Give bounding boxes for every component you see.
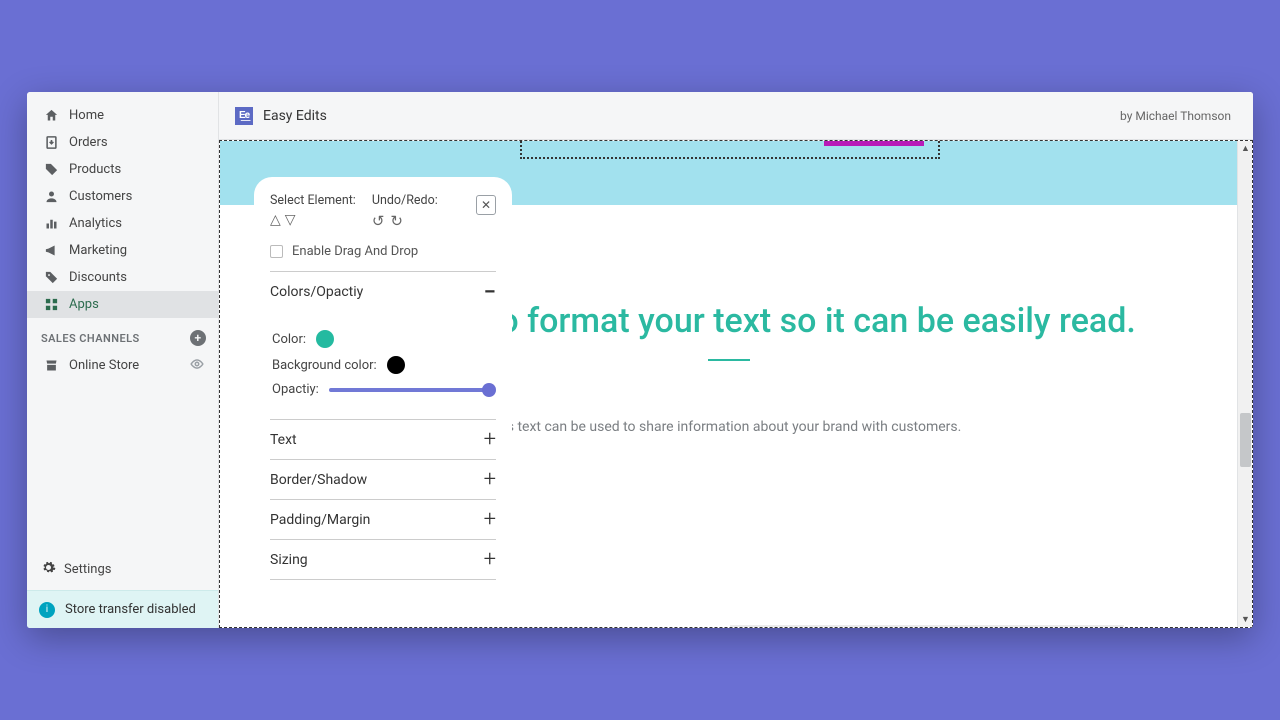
sidebar-item-label: Discounts bbox=[69, 270, 127, 285]
scroll-up-icon[interactable]: ▲ bbox=[1238, 141, 1253, 156]
info-icon: i bbox=[39, 602, 55, 618]
app-icon: E͟e bbox=[235, 107, 253, 125]
status-bar[interactable]: i Store transfer disabled bbox=[27, 590, 218, 628]
gear-icon bbox=[41, 560, 56, 579]
tag-icon bbox=[41, 162, 61, 177]
apps-icon bbox=[41, 297, 61, 312]
megaphone-icon bbox=[41, 243, 61, 258]
expand-icon: + bbox=[484, 427, 496, 452]
sidebar-item-label: Products bbox=[69, 162, 121, 177]
sidebar-item-label: Analytics bbox=[69, 216, 122, 231]
headline-underline bbox=[708, 359, 750, 361]
main: E͟e Easy Edits by Michael Thomson Use HT… bbox=[219, 92, 1253, 628]
sidebar-item-label: Orders bbox=[69, 135, 108, 150]
editor-canvas[interactable]: Use HTML to format your text so it can b… bbox=[219, 140, 1253, 628]
app-title: Easy Edits bbox=[263, 108, 327, 124]
slider-thumb[interactable] bbox=[482, 383, 496, 397]
section-label: Text bbox=[270, 432, 297, 448]
sidebar-item-home[interactable]: Home bbox=[27, 102, 218, 129]
app-byline: by Michael Thomson bbox=[1120, 109, 1231, 123]
sidebar-item-label: Online Store bbox=[69, 358, 139, 373]
section-colors-body: Color: Background color: Opactiy: bbox=[270, 312, 496, 420]
color-swatch[interactable] bbox=[316, 330, 334, 348]
edit-panel: Select Element: △ ▽ Undo/Redo: ↺ ↻ bbox=[254, 177, 512, 584]
collapse-icon: − bbox=[484, 280, 496, 305]
section-label: Sizing bbox=[270, 552, 308, 568]
undo-button[interactable]: ↺ bbox=[372, 212, 385, 230]
section-label: Padding/Margin bbox=[270, 512, 370, 528]
color-label: Color: bbox=[272, 332, 306, 347]
home-icon bbox=[41, 108, 61, 123]
undo-redo-label: Undo/Redo: bbox=[372, 193, 438, 208]
analytics-icon bbox=[41, 216, 61, 231]
settings-label: Settings bbox=[64, 562, 111, 577]
redo-button[interactable]: ↻ bbox=[390, 212, 403, 230]
section-label: Colors/Opactiy bbox=[270, 284, 363, 300]
add-channel-button[interactable]: + bbox=[190, 330, 206, 346]
sidebar-item-orders[interactable]: Orders bbox=[27, 129, 218, 156]
sidebar-item-online-store[interactable]: Online Store bbox=[27, 352, 218, 379]
expand-icon: + bbox=[484, 467, 496, 492]
sidebar-item-label: Home bbox=[69, 108, 104, 123]
sidebar-item-analytics[interactable]: Analytics bbox=[27, 210, 218, 237]
sales-channels-header: SALES CHANNELS + bbox=[27, 318, 218, 352]
enable-drag-drop-checkbox[interactable]: Enable Drag And Drop bbox=[270, 244, 496, 259]
checkbox-label: Enable Drag And Drop bbox=[292, 244, 418, 259]
image-placeholder[interactable] bbox=[730, 625, 1124, 628]
headline-rest: to format your text so it can be easily … bbox=[480, 301, 1136, 341]
opacity-label: Opactiy: bbox=[272, 382, 319, 397]
bg-color-swatch[interactable] bbox=[387, 356, 405, 374]
vertical-scrollbar[interactable]: ▲ ▼ bbox=[1237, 141, 1252, 627]
sidebar-item-marketing[interactable]: Marketing bbox=[27, 237, 218, 264]
sidebar-item-label: Marketing bbox=[69, 243, 127, 258]
app-window: Home Orders Products Customers bbox=[27, 92, 1253, 628]
select-element-label: Select Element: bbox=[270, 193, 356, 208]
section-text[interactable]: Text + bbox=[270, 420, 496, 460]
section-colors[interactable]: Colors/Opactiy − bbox=[270, 272, 496, 312]
sidebar-item-apps[interactable]: Apps bbox=[27, 291, 218, 318]
sidebar-item-settings[interactable]: Settings bbox=[27, 548, 218, 590]
status-text: Store transfer disabled bbox=[65, 602, 196, 617]
expand-icon: + bbox=[484, 547, 496, 572]
close-panel-button[interactable]: ✕ bbox=[476, 195, 496, 215]
expand-icon: + bbox=[484, 507, 496, 532]
selection-edge bbox=[824, 141, 924, 146]
section-header-label: SALES CHANNELS bbox=[41, 332, 140, 345]
bg-color-label: Background color: bbox=[272, 358, 377, 373]
sidebar: Home Orders Products Customers bbox=[27, 92, 219, 628]
discount-icon bbox=[41, 270, 61, 285]
store-icon bbox=[41, 358, 61, 373]
section-sizing[interactable]: Sizing + bbox=[270, 540, 496, 580]
select-child-button[interactable]: ▽ bbox=[285, 212, 296, 228]
sidebar-item-products[interactable]: Products bbox=[27, 156, 218, 183]
scroll-down-icon[interactable]: ▼ bbox=[1238, 612, 1253, 627]
sidebar-item-label: Customers bbox=[69, 189, 132, 204]
select-parent-button[interactable]: △ bbox=[270, 212, 281, 228]
section-label: Border/Shadow bbox=[270, 472, 367, 488]
person-icon bbox=[41, 189, 61, 204]
primary-nav: Home Orders Products Customers bbox=[27, 92, 218, 318]
sidebar-item-discounts[interactable]: Discounts bbox=[27, 264, 218, 291]
scrollbar-thumb[interactable] bbox=[1240, 413, 1251, 467]
sidebar-item-label: Apps bbox=[69, 297, 99, 312]
section-padding[interactable]: Padding/Margin + bbox=[270, 500, 496, 540]
topbar: E͟e Easy Edits by Michael Thomson bbox=[219, 92, 1253, 140]
opacity-slider[interactable] bbox=[329, 388, 494, 392]
checkbox-icon bbox=[270, 245, 283, 258]
sidebar-item-customers[interactable]: Customers bbox=[27, 183, 218, 210]
orders-icon bbox=[41, 135, 61, 150]
section-border[interactable]: Border/Shadow + bbox=[270, 460, 496, 500]
view-store-icon[interactable] bbox=[190, 357, 204, 374]
